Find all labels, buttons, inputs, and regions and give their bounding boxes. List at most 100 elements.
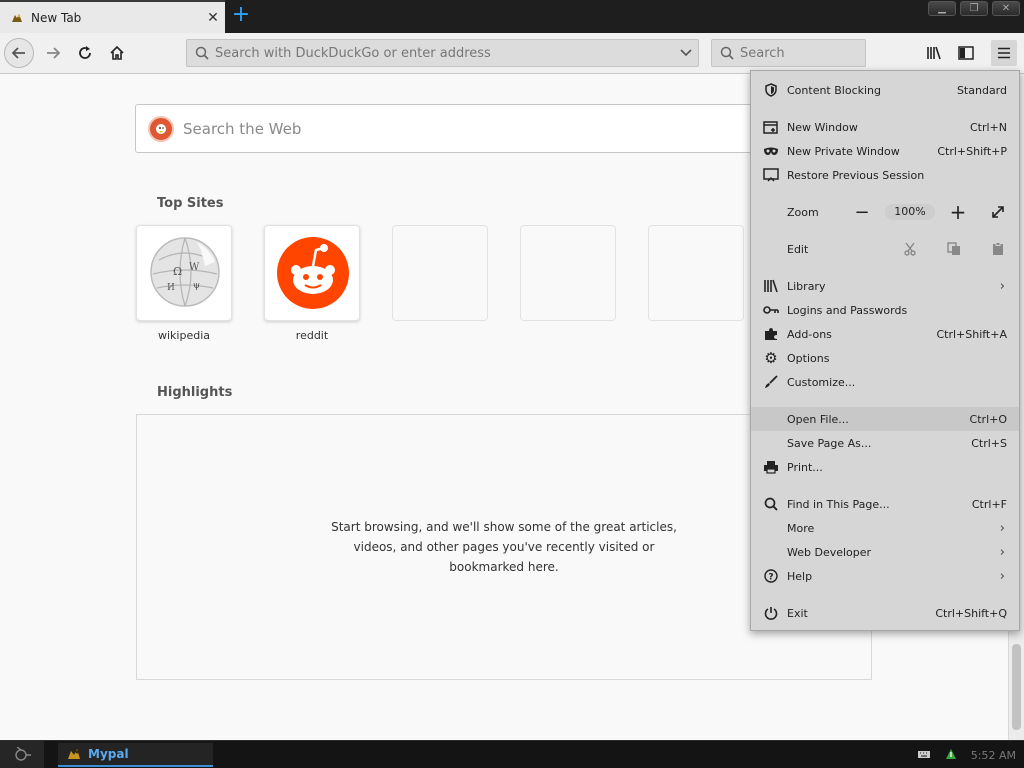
menu-item-shortcut: Ctrl+N bbox=[969, 120, 1007, 134]
menu-item-options[interactable]: ⚙ Options bbox=[751, 346, 1019, 370]
zoom-out-button[interactable]: − bbox=[851, 202, 873, 223]
top-site-tile-reddit[interactable] bbox=[264, 225, 360, 321]
network-icon[interactable] bbox=[943, 746, 959, 765]
menu-item-label: Find in This Page... bbox=[787, 497, 890, 511]
magnifier-icon bbox=[762, 495, 780, 513]
menu-item-logins[interactable]: Logins and Passwords bbox=[751, 298, 1019, 322]
menu-item-edit: Edit bbox=[751, 237, 1019, 261]
top-site-tile-empty[interactable] bbox=[392, 225, 488, 321]
address-bar[interactable] bbox=[186, 39, 699, 67]
start-menu-icon bbox=[15, 747, 31, 761]
menu-item-library[interactable]: Library › bbox=[751, 274, 1019, 298]
minimize-button[interactable]: ▁ bbox=[928, 1, 956, 16]
menu-item-more[interactable]: More › bbox=[751, 516, 1019, 540]
app-menu-panel: Content Blocking Standard New Window Ctr… bbox=[750, 70, 1020, 631]
menu-item-open-file[interactable]: Open File... Ctrl+O bbox=[751, 407, 1019, 431]
private-mask-icon bbox=[762, 142, 780, 160]
menu-item-customize[interactable]: Customize... bbox=[751, 370, 1019, 394]
duckduckgo-icon bbox=[148, 115, 174, 142]
top-site-tile-wikipedia[interactable]: Ω W И ψ bbox=[136, 225, 232, 321]
menu-item-exit[interactable]: Exit Ctrl+Shift+Q bbox=[751, 601, 1019, 625]
hamburger-menu-icon bbox=[998, 47, 1010, 59]
menu-item-shortcut: Ctrl+Shift+P bbox=[937, 144, 1007, 158]
chevron-down-icon[interactable] bbox=[674, 49, 698, 57]
library-icon bbox=[762, 277, 780, 295]
reload-button[interactable] bbox=[70, 38, 100, 68]
top-site-tile-empty[interactable] bbox=[520, 225, 616, 321]
zoom-in-button[interactable]: + bbox=[947, 200, 969, 224]
power-icon bbox=[762, 604, 780, 622]
home-button[interactable] bbox=[102, 38, 132, 68]
top-site-tile-empty[interactable] bbox=[648, 225, 744, 321]
address-input[interactable] bbox=[209, 45, 674, 61]
forward-button[interactable] bbox=[38, 38, 68, 68]
open-menu-button[interactable] bbox=[991, 40, 1017, 66]
menu-item-addons[interactable]: Add-ons Ctrl+Shift+A bbox=[751, 322, 1019, 346]
tab-title: New Tab bbox=[31, 10, 82, 25]
web-search-box[interactable] bbox=[135, 104, 775, 153]
help-icon: ? bbox=[762, 567, 780, 585]
keyboard-icon[interactable] bbox=[917, 748, 931, 762]
tab-bar: New Tab ✕ + ▁ ❐ ✕ bbox=[0, 0, 1024, 33]
forward-arrow-icon bbox=[47, 47, 61, 59]
clock: 5:52 AM bbox=[970, 748, 1016, 762]
menu-item-label: Zoom bbox=[787, 205, 819, 219]
library-button[interactable] bbox=[921, 40, 947, 66]
menu-item-save-page[interactable]: Save Page As... Ctrl+S bbox=[751, 431, 1019, 455]
search-bar[interactable] bbox=[711, 39, 866, 67]
menu-item-shortcut: Ctrl+Shift+A bbox=[936, 327, 1007, 341]
zoom-reset-button[interactable]: 100% bbox=[885, 204, 935, 220]
puzzle-piece-icon bbox=[762, 325, 780, 343]
menu-item-new-private-window[interactable]: New Private Window Ctrl+Shift+P bbox=[751, 139, 1019, 163]
menu-item-label: Help bbox=[787, 569, 813, 583]
maximize-button[interactable]: ❐ bbox=[960, 1, 988, 16]
search-icon bbox=[195, 46, 209, 60]
menu-item-help[interactable]: ? Help › bbox=[751, 564, 1019, 588]
menu-item-restore-session[interactable]: Restore Previous Session bbox=[751, 163, 1019, 187]
new-tab-button[interactable]: + bbox=[229, 4, 253, 28]
back-button[interactable] bbox=[4, 38, 34, 68]
menu-item-web-developer[interactable]: Web Developer › bbox=[751, 540, 1019, 564]
chevron-right-icon: › bbox=[999, 544, 1005, 560]
menu-item-zoom: Zoom − 100% + bbox=[751, 200, 1019, 224]
menu-item-new-window[interactable]: New Window Ctrl+N bbox=[751, 115, 1019, 139]
cut-icon[interactable] bbox=[899, 242, 921, 256]
menu-item-label: Print... bbox=[787, 460, 823, 474]
sidebar-button[interactable] bbox=[953, 40, 979, 66]
paste-icon[interactable] bbox=[987, 242, 1009, 256]
menu-item-label: Restore Previous Session bbox=[787, 168, 925, 182]
highlights-heading: Highlights bbox=[157, 385, 233, 400]
start-menu-button[interactable] bbox=[0, 741, 44, 768]
shield-icon bbox=[762, 81, 780, 99]
library-icon bbox=[927, 46, 941, 60]
close-tab-icon[interactable]: ✕ bbox=[201, 10, 225, 26]
search-input[interactable] bbox=[734, 45, 865, 61]
web-search-input[interactable] bbox=[174, 119, 774, 138]
close-window-button[interactable]: ✕ bbox=[992, 1, 1020, 16]
printer-icon bbox=[762, 458, 780, 476]
menu-item-shortcut: Ctrl+O bbox=[969, 412, 1007, 426]
menu-item-shortcut: Ctrl+S bbox=[971, 436, 1007, 450]
tab-new-tab[interactable]: New Tab ✕ bbox=[0, 0, 225, 33]
chevron-right-icon: › bbox=[999, 568, 1005, 584]
menu-item-print[interactable]: Print... bbox=[751, 455, 1019, 479]
content-blocking-value: Standard bbox=[956, 83, 1007, 97]
menu-item-label: Logins and Passwords bbox=[787, 303, 908, 317]
gear-icon: ⚙ bbox=[764, 349, 778, 367]
menu-item-label: Exit bbox=[787, 606, 808, 620]
top-sites-heading: Top Sites bbox=[157, 196, 224, 211]
key-icon bbox=[762, 301, 780, 319]
menu-item-label: Save Page As... bbox=[787, 436, 872, 450]
wikipedia-logo-icon: Ω W И ψ bbox=[150, 237, 220, 307]
menu-item-find[interactable]: Find in This Page... Ctrl+F bbox=[751, 492, 1019, 516]
top-site-label: wikipedia bbox=[157, 329, 210, 342]
scrollbar-thumb[interactable] bbox=[1012, 644, 1021, 730]
taskbar-item-mypal[interactable]: Mypal bbox=[58, 743, 213, 767]
copy-icon[interactable] bbox=[943, 242, 965, 256]
fullscreen-button[interactable] bbox=[987, 205, 1009, 219]
menu-item-content-blocking[interactable]: Content Blocking Standard bbox=[751, 78, 1019, 102]
menu-item-label: Customize... bbox=[787, 375, 856, 389]
svg-text:?: ? bbox=[768, 573, 773, 583]
svg-text:ψ: ψ bbox=[193, 281, 200, 291]
menu-item-label: Edit bbox=[787, 242, 809, 256]
